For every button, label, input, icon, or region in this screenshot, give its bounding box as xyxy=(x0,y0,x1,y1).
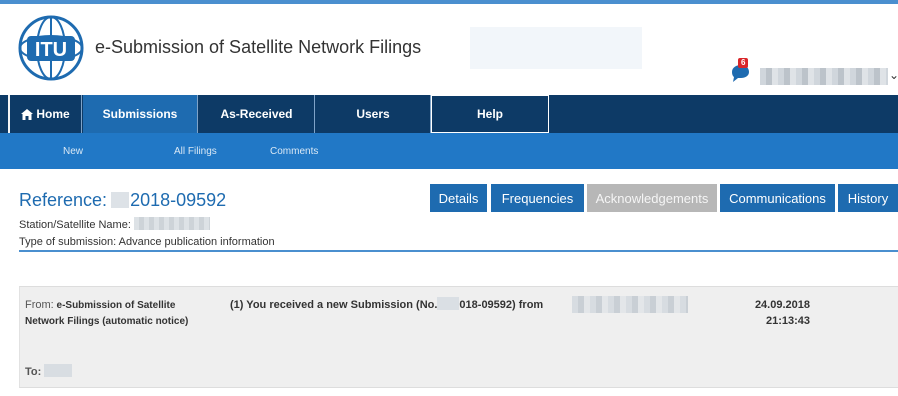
redacted-banner xyxy=(470,27,642,69)
itu-logo[interactable]: ITU xyxy=(17,14,85,82)
reference-redacted xyxy=(111,192,130,208)
header-accent-border xyxy=(0,0,898,4)
reference-heading: Reference: 2018-09592 xyxy=(19,190,226,211)
submission-type: Type of submission: Advance publication … xyxy=(19,236,275,248)
chevron-down-icon[interactable]: ⌄ xyxy=(889,68,898,82)
message-subject[interactable]: (1) You received a new Submission (No. 01… xyxy=(230,297,543,313)
message-date: 24.09.2018 xyxy=(754,299,810,311)
nav-users[interactable]: Users xyxy=(316,95,431,133)
subject-redacted xyxy=(437,297,460,310)
station-label: Station/Satellite Name: xyxy=(19,219,131,231)
to-label: To: xyxy=(25,366,42,378)
message-timestamp: 24.09.2018 21:13:43 xyxy=(746,297,810,329)
app-title: e-Submission of Satellite Network Filing… xyxy=(95,37,422,57)
from-label: From: xyxy=(25,299,54,311)
recipient-redacted xyxy=(44,364,73,377)
nav-help[interactable]: Help xyxy=(431,95,549,133)
reference-number: 2018-09592 xyxy=(130,190,227,210)
station-name-row: Station/Satellite Name: xyxy=(19,217,210,231)
subnav-new[interactable]: New xyxy=(63,133,83,169)
notification-badge: 6 xyxy=(738,58,749,68)
section-divider xyxy=(19,250,898,252)
tab-frequencies[interactable]: Frequencies xyxy=(491,184,584,212)
station-name-redacted xyxy=(133,217,210,230)
sender-redacted xyxy=(572,296,688,313)
nav-submissions[interactable]: Submissions xyxy=(83,95,198,133)
message-from: From: e-Submission of Satellite Network … xyxy=(25,297,215,330)
user-menu-redacted[interactable] xyxy=(760,68,888,85)
message-to: To: xyxy=(25,364,73,378)
nav-as-received[interactable]: As-Received xyxy=(199,95,315,133)
tab-history[interactable]: History xyxy=(838,184,898,212)
nav-home-label: Home xyxy=(36,107,70,121)
subject-prefix: (1) You received a new Submission (No. xyxy=(230,299,438,311)
subject-suffix: 018-09592) from xyxy=(459,299,544,311)
tab-communications[interactable]: Communications xyxy=(720,184,835,212)
subnav-all-filings[interactable]: All Filings xyxy=(174,133,217,169)
sub-nav xyxy=(0,133,898,169)
reference-label: Reference: xyxy=(19,190,108,210)
home-icon xyxy=(21,108,34,120)
subnav-comments[interactable]: Comments xyxy=(270,133,318,169)
logo-text: ITU xyxy=(35,39,67,61)
nav-home[interactable]: Home xyxy=(10,95,82,133)
message-time: 21:13:43 xyxy=(765,315,810,327)
tab-acknowledgements[interactable]: Acknowledgements xyxy=(587,184,717,212)
tab-details[interactable]: Details xyxy=(430,184,487,212)
